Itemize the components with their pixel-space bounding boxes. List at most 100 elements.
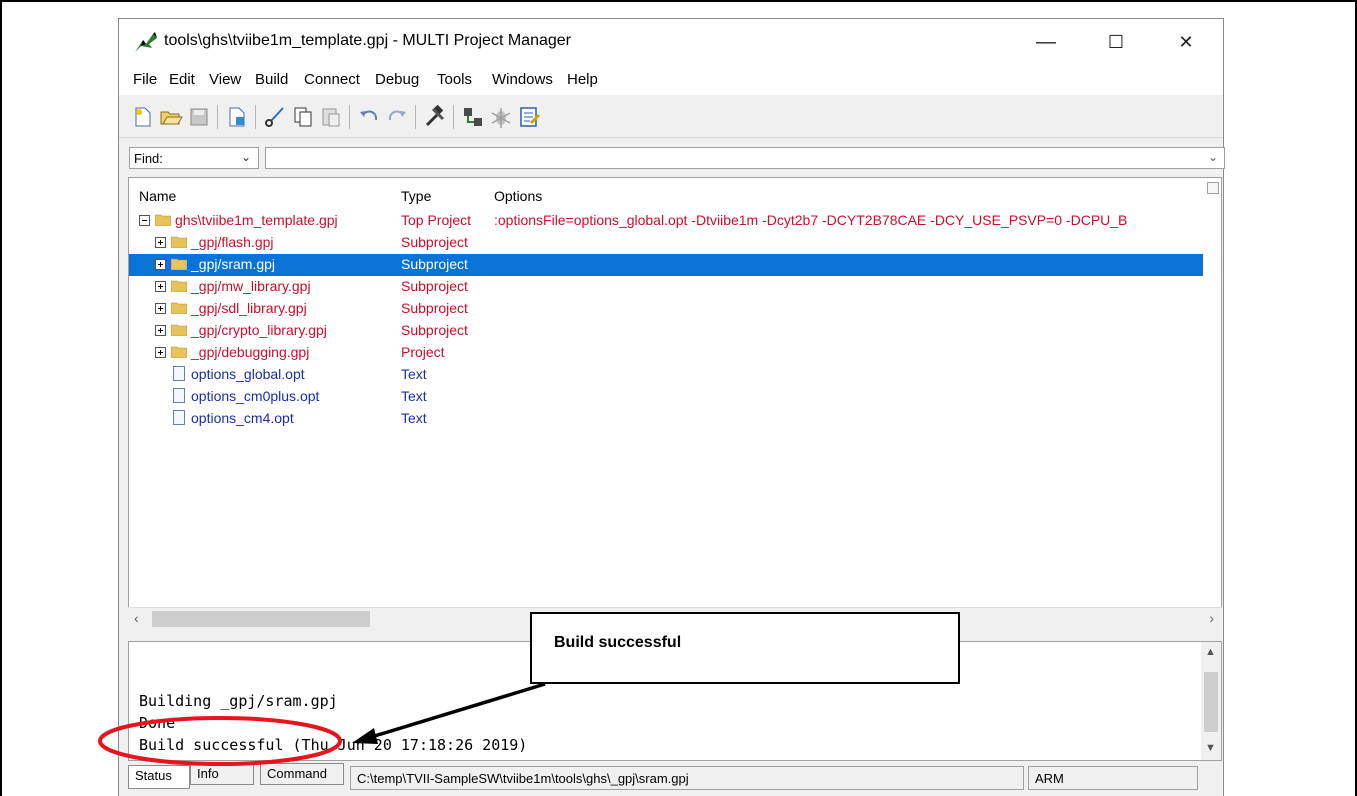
column-header-options[interactable]: Options bbox=[494, 188, 542, 204]
tree-item-options: :optionsFile=options_global.opt -Dtviibe… bbox=[494, 212, 1128, 228]
target-arch-field: ARM bbox=[1028, 766, 1198, 790]
tree-row-mw-library[interactable]: _gpj/mw_library.gpj Subproject bbox=[129, 276, 1203, 298]
maximize-button[interactable]: ☐ bbox=[1093, 25, 1139, 59]
tree-item-type: Subproject bbox=[401, 322, 468, 338]
save-icon[interactable] bbox=[187, 105, 211, 129]
build-tools-icon[interactable] bbox=[423, 105, 447, 129]
expand-icon[interactable] bbox=[155, 325, 166, 336]
folder-icon bbox=[155, 214, 171, 226]
menu-debug[interactable]: Debug bbox=[375, 71, 419, 88]
annotation-callout: Build successful bbox=[530, 612, 960, 684]
tree-row-sdl-library[interactable]: _gpj/sdl_library.gpj Subproject bbox=[129, 298, 1203, 320]
expand-icon[interactable] bbox=[155, 281, 166, 292]
tree-item-name: ghs\tviibe1m_template.gpj bbox=[175, 212, 338, 228]
expand-icon[interactable] bbox=[155, 259, 166, 270]
menu-file[interactable]: File bbox=[133, 71, 157, 88]
tree-item-name: options_global.opt bbox=[191, 366, 305, 382]
tree-item-type: Top Project bbox=[401, 212, 472, 228]
undo-icon[interactable] bbox=[357, 105, 381, 129]
output-line: Building _gpj/sram.gpj bbox=[139, 692, 338, 710]
find-label: Find: bbox=[134, 151, 163, 166]
expand-icon[interactable] bbox=[155, 303, 166, 314]
multi-app-icon bbox=[135, 32, 157, 52]
tab-info[interactable]: Info bbox=[190, 763, 254, 785]
tree-item-name: _gpj/debugging.gpj bbox=[191, 344, 310, 360]
cut-icon[interactable] bbox=[263, 105, 287, 129]
toolbar-separator bbox=[415, 105, 416, 129]
tree-item-type: Text bbox=[401, 388, 427, 404]
toolbar-separator bbox=[217, 105, 218, 129]
toolbar-separator bbox=[349, 105, 350, 129]
redo-icon[interactable] bbox=[385, 105, 409, 129]
toolbar bbox=[119, 97, 1223, 138]
callout-text: Build successful bbox=[554, 634, 682, 651]
paste-icon[interactable] bbox=[319, 105, 343, 129]
menu-edit[interactable]: Edit bbox=[169, 71, 195, 88]
menu-bar: File Edit View Build Connect Debug Tools… bbox=[119, 65, 1223, 95]
tree-row-crypto-library[interactable]: _gpj/crypto_library.gpj Subproject bbox=[129, 320, 1203, 342]
copy-icon[interactable] bbox=[291, 105, 315, 129]
column-header-name[interactable]: Name bbox=[139, 188, 176, 204]
scrollbar-thumb[interactable] bbox=[1204, 672, 1218, 732]
close-button[interactable]: ✕ bbox=[1163, 25, 1209, 59]
scroll-up-icon[interactable]: ▲ bbox=[1205, 646, 1216, 658]
tree-item-type: Project bbox=[401, 344, 445, 360]
scroll-left-icon[interactable]: ‹ bbox=[134, 610, 139, 626]
tree-item-type: Text bbox=[401, 366, 427, 382]
expand-icon[interactable] bbox=[155, 347, 166, 358]
tree-item-name: _gpj/mw_library.gpj bbox=[191, 278, 311, 294]
folder-icon bbox=[171, 324, 187, 336]
tab-status[interactable]: Status bbox=[128, 765, 190, 789]
output-line: Done bbox=[139, 714, 176, 732]
scroll-down-icon[interactable]: ▼ bbox=[1205, 742, 1216, 754]
output-line: Build successful (Thu Jun 20 17:18:26 20… bbox=[139, 736, 528, 754]
image-border-left bbox=[0, 0, 2, 796]
tree-row-debugging[interactable]: _gpj/debugging.gpj Project bbox=[129, 342, 1203, 364]
tree-row-sram[interactable]: _gpj/sram.gpj Subproject bbox=[129, 254, 1203, 276]
scroll-right-icon[interactable]: › bbox=[1209, 610, 1214, 626]
folder-icon bbox=[171, 258, 187, 270]
tree-item-type: Text bbox=[401, 410, 427, 426]
vertical-scrollbar[interactable]: ▲ ▼ bbox=[1201, 642, 1221, 760]
collapse-icon[interactable] bbox=[139, 215, 150, 226]
window-title: tools\ghs\tviibe1m_template.gpj - MULTI … bbox=[164, 32, 571, 49]
menu-view[interactable]: View bbox=[209, 71, 241, 88]
find-scope-dropdown[interactable]: Find: ⌄ bbox=[129, 147, 259, 169]
menu-build[interactable]: Build bbox=[255, 71, 288, 88]
connect-icon[interactable] bbox=[461, 105, 485, 129]
current-path-field: C:\temp\TVII-SampleSW\tviibe1m\tools\ghs… bbox=[350, 766, 1024, 790]
menu-tools[interactable]: Tools bbox=[437, 71, 472, 88]
project-tree: Name Type Options ghs\tviibe1m_template.… bbox=[128, 177, 1222, 629]
find-bar: Find: ⌄ ⌄ bbox=[119, 139, 1225, 175]
find-input[interactable]: ⌄ bbox=[265, 147, 1225, 169]
folder-icon bbox=[171, 236, 187, 248]
new-file-icon[interactable] bbox=[131, 105, 155, 129]
notes-icon[interactable] bbox=[517, 105, 541, 129]
chevron-down-icon[interactable]: ⌄ bbox=[1208, 150, 1218, 164]
menu-help[interactable]: Help bbox=[567, 71, 598, 88]
tree-item-name: options_cm4.opt bbox=[191, 410, 294, 426]
title-bar: tools\ghs\tviibe1m_template.gpj - MULTI … bbox=[119, 19, 1223, 65]
text-file-icon bbox=[173, 366, 185, 381]
debug-icon[interactable] bbox=[489, 105, 513, 129]
open-folder-icon[interactable] bbox=[159, 105, 183, 129]
menu-connect[interactable]: Connect bbox=[304, 71, 360, 88]
tree-row-options-cm0plus[interactable]: options_cm0plus.opt Text bbox=[129, 386, 1203, 408]
tree-row-options-global[interactable]: options_global.opt Text bbox=[129, 364, 1203, 386]
tree-row-top-project[interactable]: ghs\tviibe1m_template.gpj Top Project :o… bbox=[129, 210, 1203, 232]
tab-command[interactable]: Command bbox=[260, 763, 344, 785]
tree-item-name: _gpj/sram.gpj bbox=[191, 256, 276, 272]
tree-item-type: Subproject bbox=[401, 300, 468, 316]
text-file-icon bbox=[173, 410, 185, 425]
tree-row-flash[interactable]: _gpj/flash.gpj Subproject bbox=[129, 232, 1203, 254]
tree-row-options-cm4[interactable]: options_cm4.opt Text bbox=[129, 408, 1203, 430]
column-chooser-icon[interactable] bbox=[1207, 182, 1219, 194]
image-border-top bbox=[0, 0, 1357, 2]
scrollbar-thumb[interactable] bbox=[152, 611, 370, 627]
expand-icon[interactable] bbox=[155, 237, 166, 248]
folder-icon bbox=[171, 346, 187, 358]
column-header-type[interactable]: Type bbox=[401, 188, 431, 204]
add-file-icon[interactable] bbox=[225, 105, 249, 129]
minimize-button[interactable]: — bbox=[1023, 25, 1069, 59]
menu-windows[interactable]: Windows bbox=[492, 71, 553, 88]
